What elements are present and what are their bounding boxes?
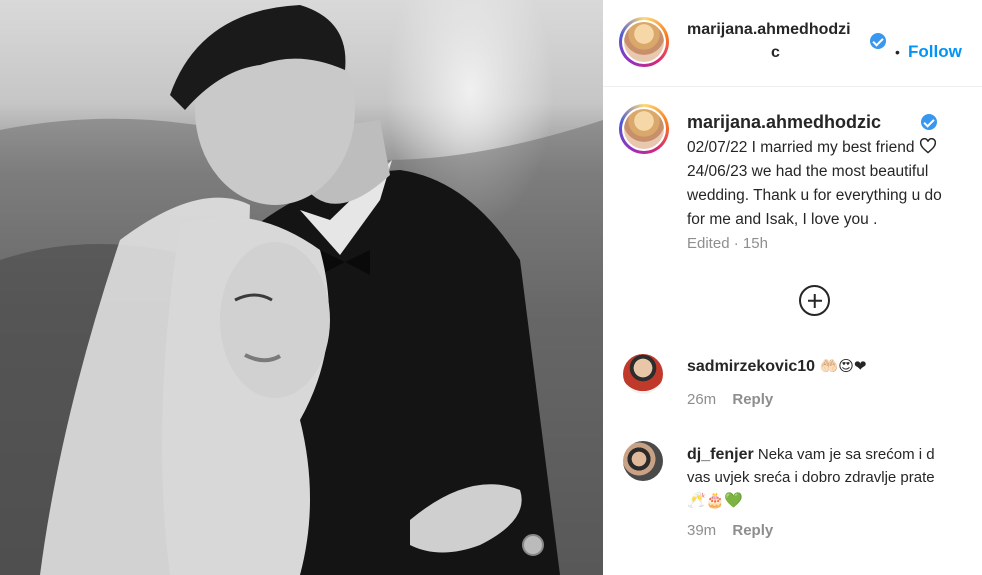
comment-username[interactable]: sadmirzekovic10 (687, 358, 815, 375)
commenter-avatar[interactable] (623, 441, 663, 481)
header-avatar[interactable] (619, 17, 669, 67)
follow-button[interactable]: Follow (908, 42, 962, 62)
caption-meta: Edited · 15h (687, 235, 768, 252)
plus-circle-icon[interactable] (799, 285, 830, 316)
caption-line: 02/07/22 I married my best friend (687, 136, 982, 160)
comment-row: sadmirzekovic10 🤲🏻😍❤ (687, 357, 866, 376)
profile-picture (624, 109, 664, 149)
verified-badge-icon (921, 114, 937, 130)
comment-text-line: vas uvjek sreća i dobro zdravlje prate (687, 469, 935, 486)
follow-separator: • (895, 44, 900, 60)
post-time[interactable]: 15h (743, 235, 768, 252)
post-caption: 02/07/22 I married my best friend 24/06/… (687, 136, 982, 232)
caption-avatar[interactable] (619, 104, 669, 154)
comment-emojis: 🤲🏻😍❤ (819, 357, 867, 375)
reply-button[interactable]: Reply (732, 522, 773, 539)
caption-line: for me and Isak, I love you . (687, 211, 878, 228)
reply-button[interactable]: Reply (732, 391, 773, 408)
caption-username[interactable]: marijana.ahmedhodzic (687, 112, 881, 133)
profile-picture (624, 22, 664, 62)
edited-label: Edited (687, 235, 730, 252)
meta-dot: · (733, 235, 739, 252)
header-username-line1[interactable]: marijana.ahmedhodzi (687, 21, 851, 39)
verified-badge-icon (870, 33, 886, 49)
caption-line: 24/06/23 we had the most beautiful (687, 163, 929, 180)
comment-meta: 26m Reply (687, 391, 773, 408)
comment-row: dj_fenjer Neka vam je sa srećom i d vas … (687, 443, 982, 512)
comment-meta: 39m Reply (687, 522, 773, 539)
comment-time[interactable]: 39m (687, 522, 716, 539)
comment-username[interactable]: dj_fenjer (687, 446, 754, 463)
header-username-line2[interactable]: c (771, 44, 780, 62)
post-photo[interactable] (0, 0, 603, 575)
wedding-photo-illustration (0, 5, 603, 575)
caption-line: wedding. Thank u for everything u do (687, 187, 942, 204)
heart-outline-icon (919, 138, 936, 154)
header-divider (603, 86, 982, 87)
comment-text-line: Neka vam je sa srećom i d (757, 446, 935, 463)
comment-emojis: 🥂🎂💚 (687, 491, 744, 509)
comment-time[interactable]: 26m (687, 391, 716, 408)
commenter-avatar[interactable] (623, 354, 663, 394)
